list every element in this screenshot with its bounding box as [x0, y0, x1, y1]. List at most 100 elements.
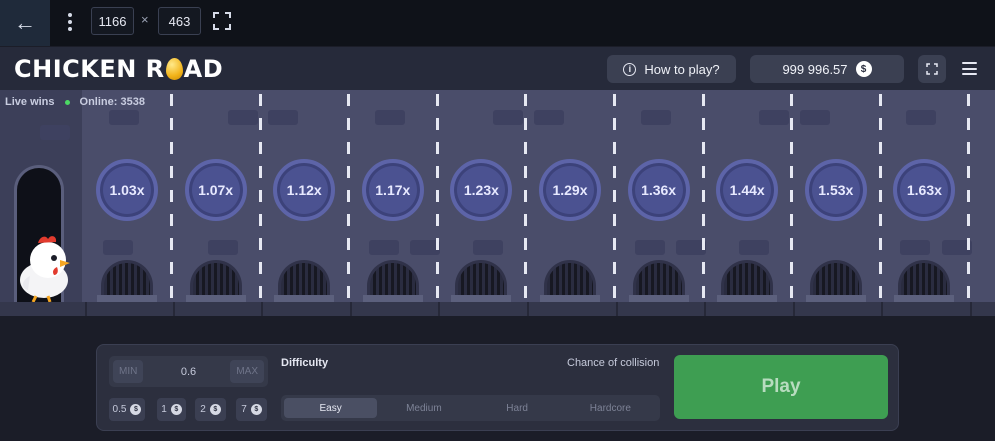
min-bet-button[interactable]: MIN [113, 360, 144, 383]
dollar-coin-icon: $ [209, 404, 221, 415]
sewer-grate-icon [366, 260, 419, 298]
road-lane[interactable]: 1.17x [349, 90, 439, 302]
sewer-grate-icon [721, 260, 774, 298]
expand-icon [926, 63, 938, 75]
sewer-grate-icon [278, 260, 331, 298]
sewer-base [451, 295, 512, 302]
road-lane[interactable]: 1.44x [703, 90, 794, 302]
multiplier-badge: 1.53x [804, 159, 867, 221]
multiplier-badge: 1.07x [184, 159, 247, 221]
dollar-coin-icon: $ [250, 404, 262, 415]
multiplier-badge: 1.03x [96, 159, 158, 221]
chicken-character [20, 236, 70, 302]
bet-control-panel: 0.6 MIN MAX 0.5 $ 1 $ 2 $ 7 $ Difficulty… [96, 344, 899, 431]
more-options-icon[interactable] [62, 10, 78, 34]
multiplier-badge: 1.44x [716, 159, 779, 221]
road-lane[interactable]: 1.63x [880, 90, 971, 302]
difficulty-tab-medium[interactable]: Medium [377, 398, 470, 418]
multiplier-badge: 1.17x [361, 159, 424, 221]
sewer-grate-icon [898, 260, 951, 298]
wall-brick [368, 240, 399, 255]
width-input[interactable]: 1166 [91, 7, 134, 35]
quick-bet-value: 7 [241, 404, 247, 415]
sewer-base [805, 295, 866, 302]
sewer-grate-icon [632, 260, 685, 298]
wall-brick [759, 110, 790, 125]
sewer-base [362, 295, 423, 302]
sewer-base [894, 295, 955, 302]
difficulty-label: Difficulty [281, 357, 329, 369]
wall-brick [103, 240, 133, 255]
expand-button[interactable] [918, 55, 946, 83]
wall-brick [640, 110, 671, 125]
sewer-base [717, 295, 778, 302]
chicken-road-logo: CHICKEN R AD [14, 55, 223, 83]
collision-chance-label: Chance of collision [567, 357, 660, 369]
wall-brick [40, 125, 70, 140]
road-lane[interactable]: 1.53x [792, 90, 972, 302]
wall-brick [799, 110, 830, 125]
wall-brick [207, 240, 238, 255]
road-lane[interactable]: 1.29x [526, 90, 706, 302]
logo-text-end: AD [183, 55, 224, 83]
quick-bet-button[interactable]: 7 $ [236, 398, 267, 421]
game-header: CHICKEN R AD i How to play? 999 996.57 $ [0, 47, 995, 90]
wall-brick [227, 110, 258, 125]
sewer-grate-icon [101, 260, 153, 298]
road-lane[interactable]: 1.03x [83, 90, 174, 302]
height-input[interactable]: 463 [158, 7, 201, 35]
how-to-play-button[interactable]: i How to play? [607, 55, 736, 83]
golden-egg-icon [165, 58, 183, 80]
multiplier-badge: 1.63x [893, 159, 956, 221]
road-lane[interactable]: 1.36x [615, 90, 705, 302]
wall-brick [739, 240, 770, 255]
play-button[interactable]: Play [674, 355, 888, 419]
device-toolbar: ← 1166 × 463 [0, 0, 995, 46]
wall-brick [634, 240, 665, 255]
road-curb [0, 302, 995, 316]
road-lane[interactable]: 1.23x [437, 90, 528, 302]
quick-bet-button[interactable]: 0.5 $ [109, 398, 145, 421]
live-wins-label[interactable]: Live wins [5, 96, 55, 108]
wall-brick [534, 110, 564, 125]
balance-display: 999 996.57 $ [750, 55, 904, 83]
quick-bet-button[interactable]: 2 $ [195, 398, 226, 421]
dollar-coin-icon: $ [170, 404, 182, 415]
max-bet-button[interactable]: MAX [230, 360, 264, 383]
quick-bet-value: 0.5 [112, 404, 127, 415]
wall-brick [900, 240, 931, 255]
how-to-play-label: How to play? [644, 61, 720, 77]
dollar-coin-icon: $ [855, 61, 872, 77]
quick-bet-button[interactable]: 1 $ [157, 398, 186, 421]
difficulty-tab-hardcore[interactable]: Hardcore [564, 398, 657, 418]
online-status-dot [64, 99, 70, 105]
hamburger-menu-icon[interactable] [962, 62, 977, 75]
multiplier-badge: 1.12x [273, 159, 336, 221]
fullscreen-icon[interactable] [212, 11, 232, 31]
quick-bet-value: 1 [161, 404, 167, 415]
wall-brick [109, 110, 139, 125]
back-arrow-icon[interactable]: ← [0, 0, 50, 46]
sewer-grate-icon [544, 260, 596, 298]
lane-divider [967, 94, 971, 298]
wall-brick [268, 110, 299, 125]
multiplier-badge: 1.23x [450, 159, 513, 221]
road-lane[interactable]: 1.12x [260, 90, 441, 302]
logo-text-start: CHICKEN R [14, 55, 165, 83]
bet-amount-field[interactable]: 0.6 MIN MAX [109, 356, 268, 387]
road-lane[interactable]: 1.07x [172, 90, 262, 302]
wall-brick [374, 110, 405, 125]
sewer-base [97, 295, 157, 302]
balance-amount: 999 996.57 [782, 61, 848, 77]
sewer-base [274, 295, 335, 302]
wall-brick [906, 110, 937, 125]
sewer-grate-icon [455, 260, 508, 298]
difficulty-tab-easy[interactable]: Easy [284, 398, 378, 418]
quick-bet-value: 2 [200, 404, 206, 415]
sewer-base [540, 295, 600, 302]
difficulty-selector: Easy Medium Hard Hardcore [281, 395, 660, 421]
difficulty-tab-hard[interactable]: Hard [471, 398, 564, 418]
dollar-coin-icon: $ [130, 404, 142, 415]
wall-brick [473, 240, 504, 255]
multiplier-badge: 1.36x [627, 159, 690, 221]
